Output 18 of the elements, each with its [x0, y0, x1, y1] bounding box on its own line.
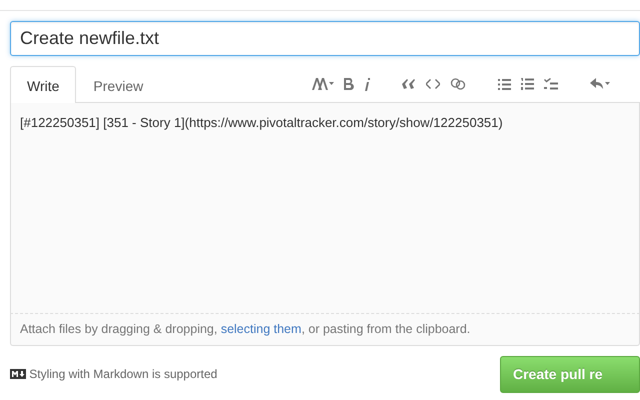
text-size-icon[interactable] — [312, 78, 334, 90]
comment-textarea[interactable]: [#122250351] [351 - Story 1](https://www.pivotaltracker.com/story/show/122250351) — [10, 103, 640, 313]
italic-icon[interactable] — [364, 78, 370, 90]
selecting-link[interactable]: selecting them — [220, 322, 302, 336]
quote-icon[interactable] — [402, 79, 416, 89]
attach-hint: Attach files by dragging & dropping, selecting them, or pasting from the clipboard. — [10, 313, 640, 346]
code-icon[interactable] — [426, 79, 440, 89]
task-list-icon[interactable] — [544, 78, 558, 90]
link-icon[interactable] — [450, 78, 466, 90]
title-field[interactable]: Create newfile.txt — [10, 21, 640, 56]
markdown-note: Styling with Markdown is supported — [29, 366, 218, 384]
bold-icon[interactable] — [344, 78, 354, 90]
numbered-list-icon[interactable] — [521, 78, 534, 90]
bullet-list-icon[interactable] — [498, 78, 511, 90]
markdown-icon — [10, 369, 26, 380]
reply-icon[interactable] — [590, 78, 610, 90]
editor-tab[interactable]: Write — [10, 66, 76, 103]
editor-tab[interactable]: Preview — [76, 66, 160, 103]
